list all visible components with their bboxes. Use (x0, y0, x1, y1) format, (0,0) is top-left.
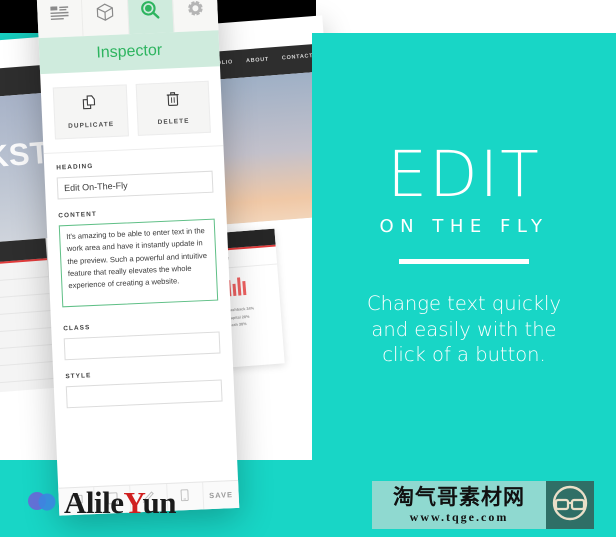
tqge-badge (546, 481, 594, 529)
duplicate-button-label: DUPLICATE (68, 120, 115, 130)
promo-subtitle: ON THE FLY (379, 216, 549, 237)
preview-legend-label: Capital 28% (227, 314, 250, 320)
box-icon (96, 2, 114, 26)
preview-nav-item[interactable]: CONTACT (282, 53, 314, 61)
alileyun-logo-icon (26, 487, 60, 518)
promo-divider (399, 259, 529, 264)
tqge-site-url: www.tqge.com (409, 510, 509, 524)
tab-inspector[interactable] (127, 0, 175, 35)
heading-field-group: HEADING (56, 158, 214, 200)
duplicate-button[interactable]: DUPLICATE (52, 84, 129, 140)
tqge-site-name: 淘气哥素材网 (393, 485, 525, 509)
class-label: CLASS (63, 324, 91, 333)
delete-button-label: DELETE (157, 117, 190, 127)
screenshot-stage: HICS Lorem ipsum dolor sit amet, consect… (0, 0, 616, 537)
class-field-group: CLASS (63, 319, 221, 361)
delete-button[interactable]: DELETE (135, 80, 211, 136)
heading-label: HEADING (56, 162, 94, 172)
preview-legend-label: Cashback 34% (227, 306, 255, 313)
tab-layout[interactable] (36, 0, 84, 39)
alileyun-part2: Y (123, 485, 144, 520)
inspector-fields: HEADING CONTENT It's amazing to be able … (44, 146, 235, 409)
alileyun-part3: un (142, 485, 177, 520)
inspector-actions: DUPLICATE DELETE (40, 66, 224, 155)
duplicate-icon (82, 95, 98, 116)
tab-settings[interactable] (172, 0, 218, 32)
content-textarea[interactable]: It's amazing to be able to enter text in… (58, 218, 219, 308)
tqge-watermark-text: 淘气哥素材网 www.tqge.com (372, 481, 546, 529)
gear-icon (186, 0, 205, 22)
layout-icon (50, 6, 69, 27)
promo-content: EDIT ON THE FLY Change text quickly and … (312, 33, 616, 473)
search-icon (140, 0, 160, 25)
tab-object[interactable] (81, 0, 129, 37)
style-field-group: STYLE (65, 366, 223, 409)
content-field-group: CONTENT It's amazing to be able to enter… (58, 206, 219, 313)
preview-nav-item[interactable]: ABOUT (246, 57, 269, 65)
style-label: STYLE (65, 372, 92, 381)
class-input[interactable] (63, 331, 221, 361)
glasses-face-icon (551, 484, 589, 527)
save-button-label: SAVE (208, 490, 234, 501)
content-label: CONTENT (58, 210, 98, 220)
heading-input[interactable] (56, 170, 214, 200)
delete-icon (166, 91, 180, 112)
promo-title: EDIT (387, 138, 541, 211)
save-button[interactable]: SAVE (203, 481, 239, 510)
alileyun-part1: Alile (64, 485, 124, 520)
alileyun-wordmark: AlileYun (64, 485, 177, 520)
alileyun-watermark: AlileYun (26, 485, 177, 520)
inspector-panel: Inspector DUPLICATE DELETE HEADING Edit … (36, 0, 240, 516)
mobile-icon (180, 488, 190, 506)
tqge-watermark: 淘气哥素材网 www.tqge.com (372, 481, 594, 529)
promo-body-text: Change text quickly and easily with the … (367, 292, 561, 367)
style-input[interactable] (65, 379, 223, 409)
inspector-panel-wrapper: Inspector DUPLICATE DELETE HEADING Edit … (36, 0, 240, 516)
